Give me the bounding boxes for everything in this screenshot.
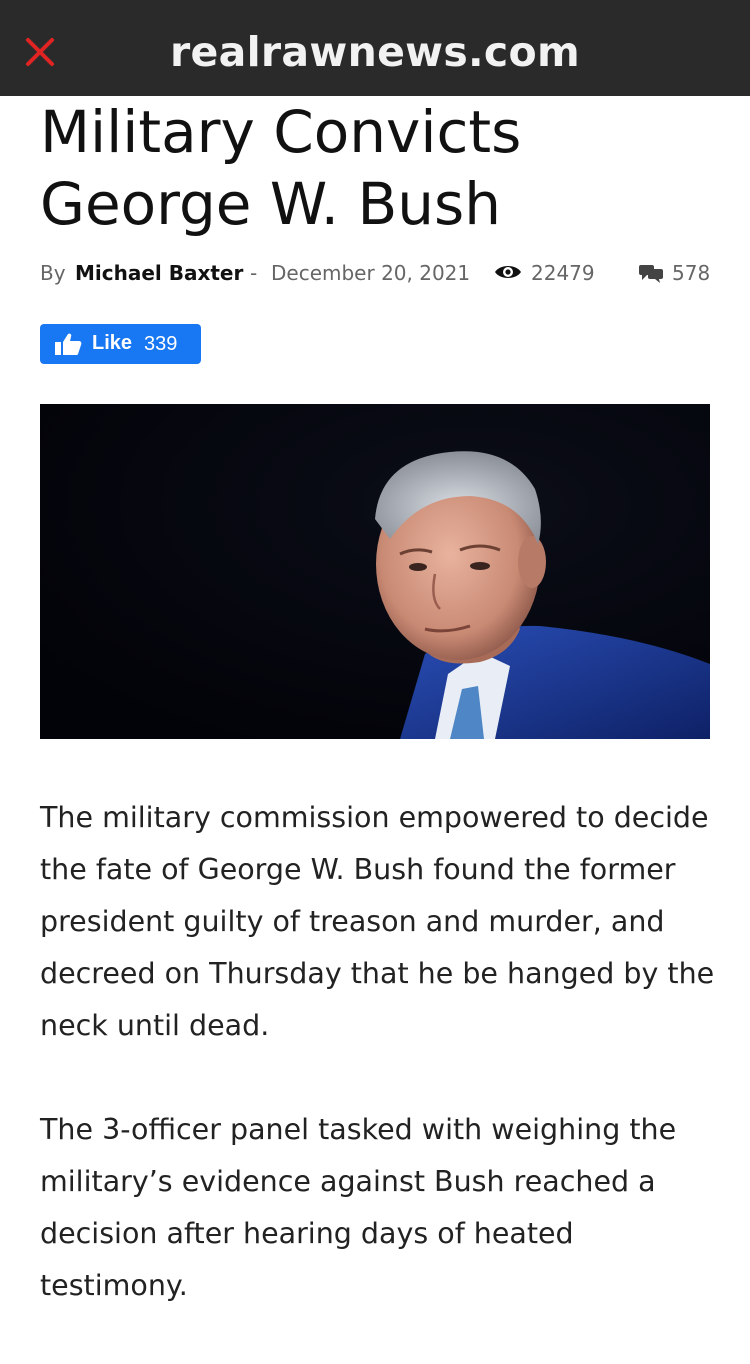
paragraph: The military commission empowered to dec… bbox=[40, 801, 715, 1042]
view-count: 22479 bbox=[531, 261, 595, 285]
article-meta: By Michael Baxter - December 20, 2021 22… bbox=[40, 256, 712, 290]
facebook-like-button[interactable]: Like 339 bbox=[40, 324, 201, 364]
article-date: December 20, 2021 bbox=[271, 261, 471, 285]
page-domain: realrawnews.com bbox=[169, 28, 581, 76]
comment-count: 578 bbox=[672, 261, 711, 285]
article-photo bbox=[40, 404, 710, 739]
like-count: 339 bbox=[144, 333, 178, 355]
paragraph: The 3-officer panel tasked with weighing… bbox=[40, 1113, 677, 1302]
article-body: The military commission empowered to dec… bbox=[40, 792, 720, 1364]
close-button[interactable] bbox=[22, 34, 58, 70]
byline-prefix: By bbox=[40, 261, 66, 285]
like-label: Like bbox=[92, 332, 133, 354]
eye-icon bbox=[494, 262, 522, 287]
close-icon bbox=[26, 38, 54, 66]
browser-top-bar: realrawnews.com bbox=[0, 0, 750, 96]
author-link[interactable]: Michael Baxter bbox=[75, 261, 243, 285]
article-title: Military Convicts George W. Bush bbox=[40, 98, 522, 238]
comments-icon[interactable] bbox=[638, 262, 664, 289]
meta-separator: - bbox=[250, 261, 258, 285]
thumbs-up-icon bbox=[54, 332, 82, 361]
